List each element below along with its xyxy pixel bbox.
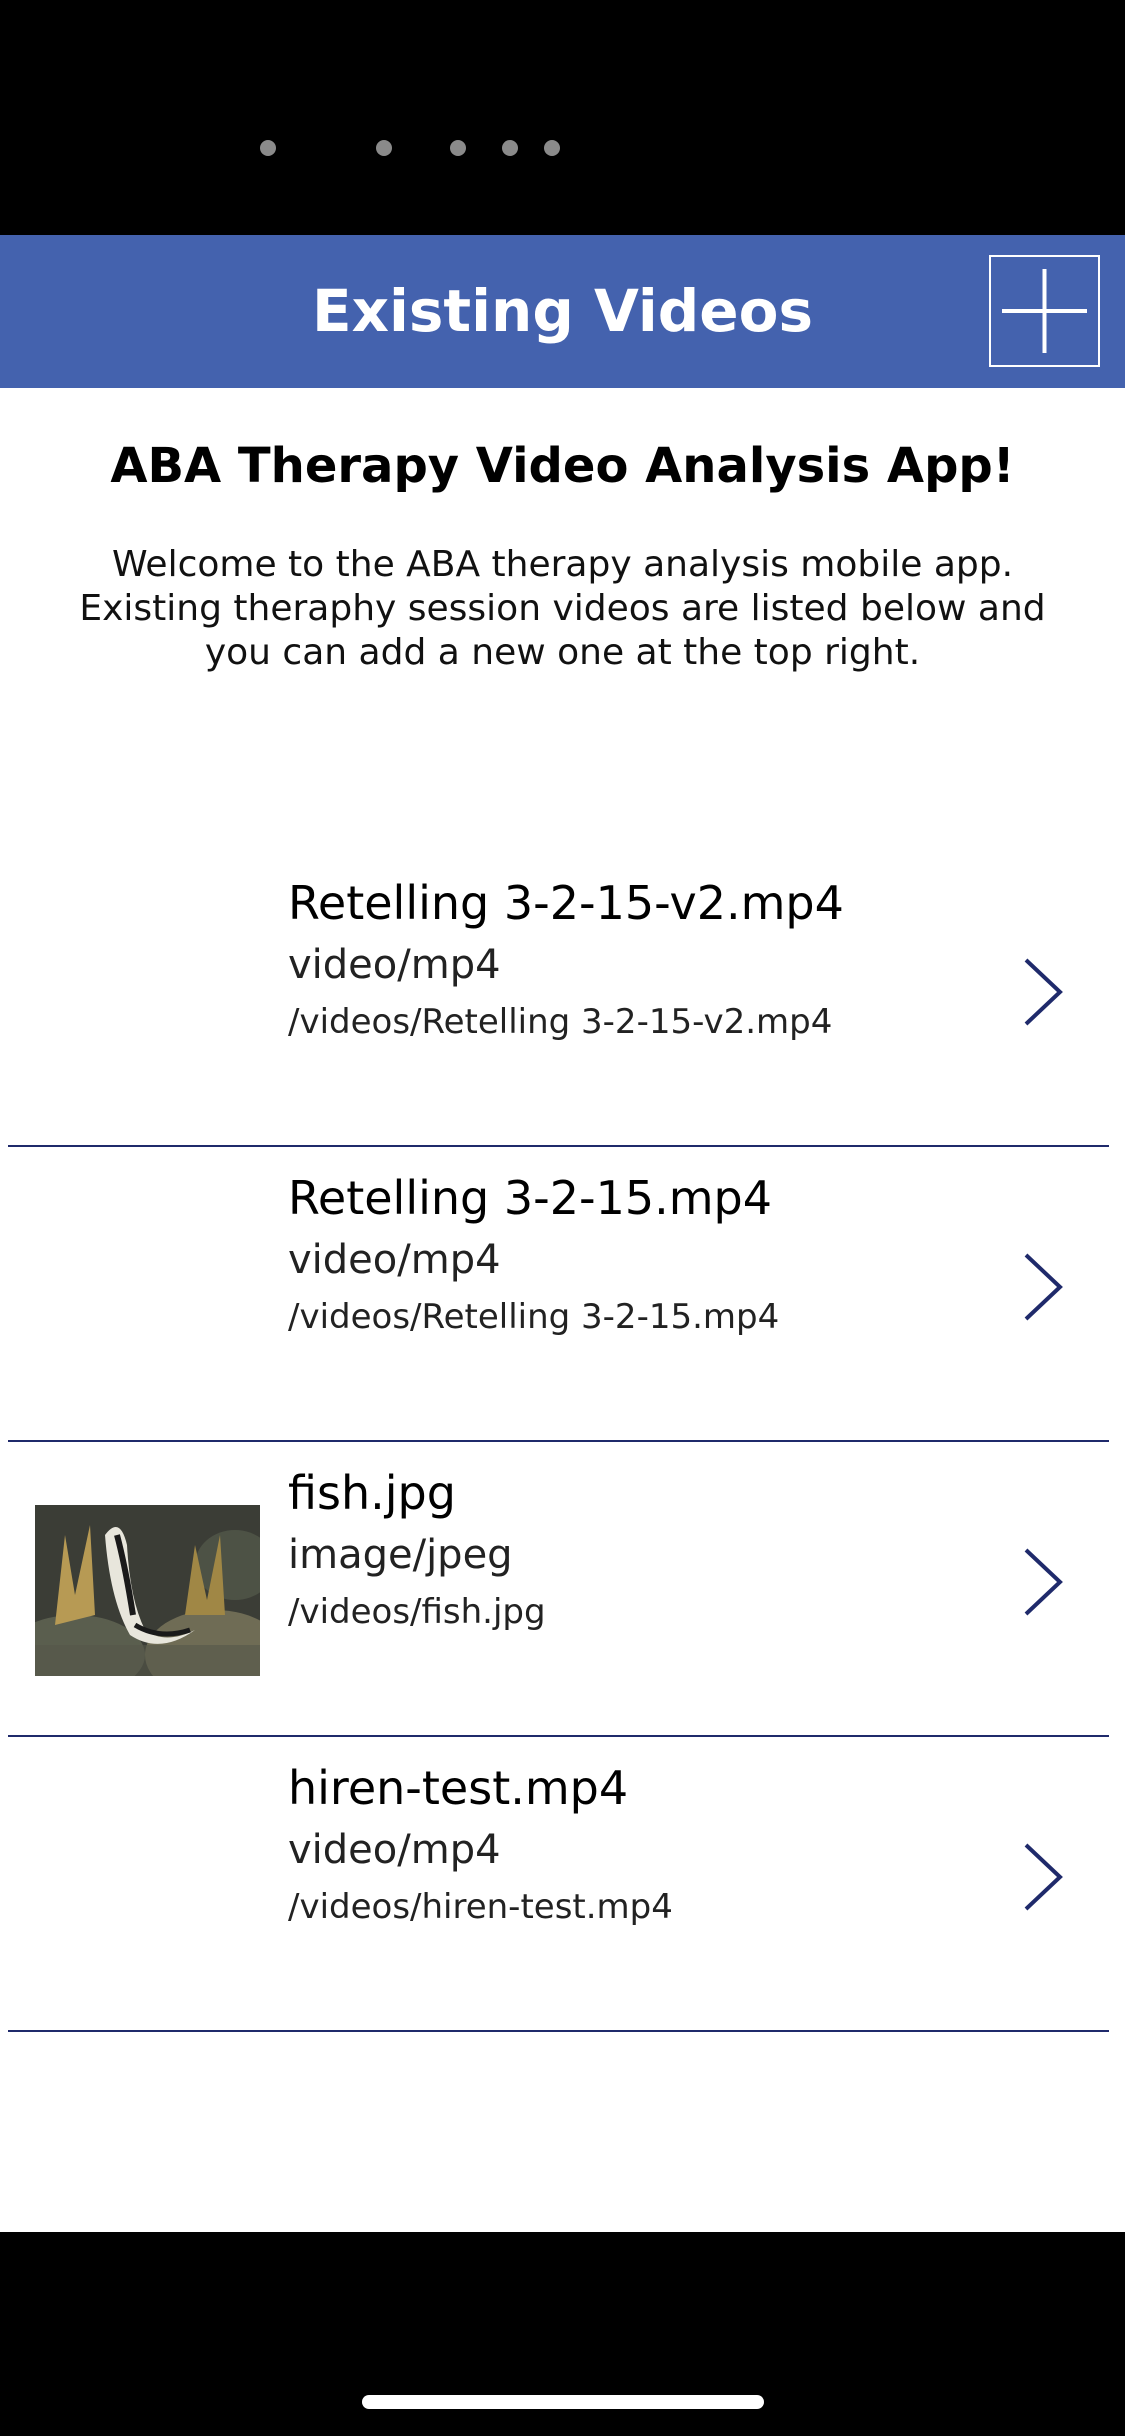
item-type: video/mp4 xyxy=(288,942,501,988)
item-path: /videos/Retelling 3-2-15-v2.mp4 xyxy=(288,1002,833,1042)
list-item[interactable]: hiren-test.mp4 video/mp4 /videos/hiren-t… xyxy=(0,1737,1125,2032)
item-path: /videos/fish.jpg xyxy=(288,1592,546,1632)
status-dot xyxy=(544,140,560,156)
list-divider xyxy=(8,2030,1109,2032)
status-dot xyxy=(450,140,466,156)
list-item[interactable]: fish.jpg image/jpeg /videos/fish.jpg xyxy=(0,1442,1125,1737)
page-title: Existing Videos xyxy=(311,277,813,345)
fish-thumbnail xyxy=(35,1505,260,1676)
item-type: video/mp4 xyxy=(288,1827,501,1873)
item-type: image/jpeg xyxy=(288,1532,513,1578)
list-item[interactable]: Retelling 3-2-15.mp4 video/mp4 /videos/R… xyxy=(0,1147,1125,1442)
add-video-button[interactable] xyxy=(989,255,1100,367)
chevron-right-icon[interactable] xyxy=(1022,1546,1066,1618)
status-bar xyxy=(0,0,1125,235)
status-dot xyxy=(260,140,276,156)
item-name: fish.jpg xyxy=(288,1466,456,1520)
status-dot xyxy=(502,140,518,156)
intro-title: ABA Therapy Video Analysis App! xyxy=(110,438,1015,494)
status-dot xyxy=(376,140,392,156)
video-list: Retelling 3-2-15-v2.mp4 video/mp4 /video… xyxy=(0,852,1125,2032)
list-item[interactable]: Retelling 3-2-15-v2.mp4 video/mp4 /video… xyxy=(0,852,1125,1147)
main-content: ABA Therapy Video Analysis App! Welcome … xyxy=(0,388,1125,2232)
item-name: hiren-test.mp4 xyxy=(288,1761,629,1815)
item-type: video/mp4 xyxy=(288,1237,501,1283)
app-header: Existing Videos xyxy=(0,235,1125,388)
item-path: /videos/Retelling 3-2-15.mp4 xyxy=(288,1297,780,1337)
chevron-right-icon[interactable] xyxy=(1022,1251,1066,1323)
chevron-right-icon[interactable] xyxy=(1022,956,1066,1028)
item-path: /videos/hiren-test.mp4 xyxy=(288,1887,673,1927)
intro-text: Welcome to the ABA therapy analysis mobi… xyxy=(79,544,1046,673)
plus-icon xyxy=(1002,269,1087,353)
chevron-right-icon[interactable] xyxy=(1022,1841,1066,1913)
item-name: Retelling 3-2-15.mp4 xyxy=(288,1171,773,1225)
item-name: Retelling 3-2-15-v2.mp4 xyxy=(288,876,844,930)
home-indicator[interactable] xyxy=(362,2395,764,2409)
